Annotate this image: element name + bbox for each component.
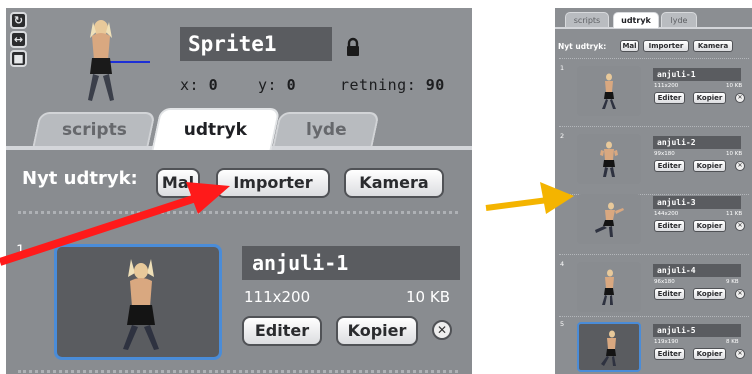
annotation-overlay: [0, 182, 574, 266]
tab-costumes[interactable]: udtryk: [151, 108, 281, 150]
red-arrow-icon: [0, 182, 230, 266]
tab-costumes-small[interactable]: udtryk: [613, 12, 659, 28]
orange-arrow-icon: [485, 182, 574, 214]
